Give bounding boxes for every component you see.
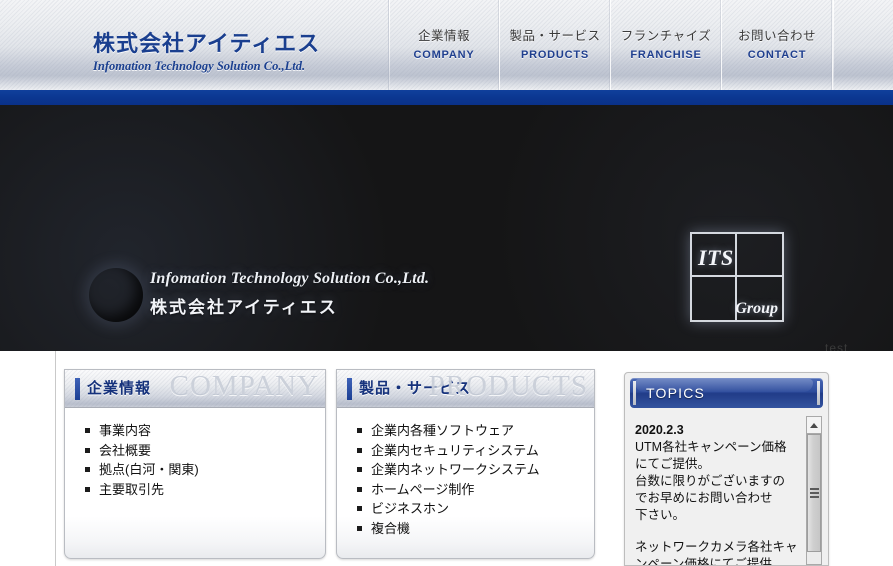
its-logo-cell-bottom-right: Group (735, 277, 782, 320)
hero-title-jp: 株式会社アイティエス (150, 298, 338, 317)
topics-scroll-area[interactable]: 2020.2.3 UTM各社キャンペーン価格 にてご提供。 台数に限りがございま… (631, 416, 806, 565)
scroll-up-button[interactable] (806, 416, 822, 433)
nav-item-contact[interactable]: お問い合わせ CONTACT (722, 0, 833, 90)
list-item[interactable]: 拠点(白河・関東) (85, 460, 325, 480)
site-header: 株式会社アイティエス Infomation Technology Solutio… (0, 0, 893, 90)
topics-header-edge-right (817, 381, 820, 405)
panel-company: 企業情報 COMPANY 事業内容 会社概要 拠点(白河・関東) 主要取引先 (64, 369, 326, 559)
nav-label-en: COMPANY (413, 48, 475, 61)
content-left-rule (55, 351, 56, 566)
topics-header: TOPICS (630, 378, 823, 408)
nav-item-products[interactable]: 製品・サービス PRODUCTS (500, 0, 611, 90)
nav-item-franchise[interactable]: フランチャイズ FRANCHISE (611, 0, 722, 90)
topics-entry-body: UTM各社キャンペーン価格 にてご提供。 台数に限りがございますの でお早めにお… (635, 440, 787, 522)
list-item[interactable]: 事業内容 (85, 421, 325, 441)
panel-company-title: 企業情報 (87, 381, 152, 397)
panel-company-header: 企業情報 COMPANY (65, 370, 325, 408)
nav-label-jp: フランチャイズ (620, 28, 712, 43)
page-root: 株式会社アイティエス Infomation Technology Solutio… (0, 0, 893, 566)
list-item[interactable]: 会社概要 (85, 441, 325, 461)
nav-label-jp: 製品・サービス (509, 28, 601, 43)
list-item[interactable]: 企業内各種ソフトウェア (357, 421, 594, 441)
chevron-up-icon (810, 422, 818, 428)
list-item[interactable]: 複合機 (357, 519, 594, 539)
panel-company-watermark: COMPANY (169, 370, 319, 402)
nav-label-en: FRANCHISE (630, 48, 702, 61)
main-navigation: 企業情報 COMPANY 製品・サービス PRODUCTS フランチャイズ FR… (389, 0, 833, 90)
nav-label-jp: お問い合わせ (737, 28, 816, 43)
logo-title-jp: 株式会社アイティエス (93, 31, 321, 56)
its-group-logo: ITS Group (690, 232, 784, 322)
company-link-list: 事業内容 会社概要 拠点(白河・関東) 主要取引先 (65, 408, 325, 499)
products-link-list: 企業内各種ソフトウェア 企業内セキュリティシステム 企業内ネットワークシステム … (337, 408, 594, 538)
globe-icon (89, 268, 143, 322)
its-logo-text-group: Group (735, 300, 778, 317)
list-item[interactable]: ビジネスホン (357, 499, 594, 519)
list-item[interactable]: ホームページ制作 (357, 480, 594, 500)
topics-body: 2020.2.3 UTM各社キャンペーン価格 にてご提供。 台数に限りがございま… (631, 416, 822, 565)
nav-label-en: PRODUCTS (520, 48, 590, 61)
topics-header-edge-left (633, 381, 636, 405)
logo-title-en: Infomation Technology Solution Co.,Ltd. (93, 59, 306, 73)
site-logo[interactable]: 株式会社アイティエス Infomation Technology Solutio… (93, 31, 393, 74)
list-item[interactable]: 主要取引先 (85, 480, 325, 500)
topics-title: TOPICS (646, 385, 706, 401)
grip-icon (809, 486, 819, 500)
scrollbar-thumb[interactable] (807, 434, 821, 552)
scrollbar-track[interactable] (806, 433, 822, 565)
topics-scrollbar[interactable] (806, 416, 822, 565)
nav-item-company[interactable]: 企業情報 COMPANY (389, 0, 500, 90)
panel-accent-bar (75, 378, 80, 400)
its-logo-cell-top-left: ITS (692, 234, 737, 277)
header-divider-right (833, 0, 834, 90)
hero-heading: Infomation Technology Solution Co.,Ltd. … (150, 268, 429, 320)
panel-products: 製品・サービス PRODUCTS 企業内各種ソフトウェア 企業内セキュリティシス… (336, 369, 595, 559)
nav-label-en: CONTACT (747, 48, 807, 61)
topics-entry-body: ネットワークカメラ各社キャ ンペーン価格にてご提供。 台数に限りがございますの (635, 540, 798, 565)
its-logo-cell-bottom-left (692, 277, 737, 320)
its-logo-cell-top-right (737, 234, 782, 277)
topics-entry-date: 2020.2.3 (635, 423, 684, 437)
header-accent-bar (0, 90, 893, 105)
list-item[interactable]: 企業内ネットワークシステム (357, 460, 594, 480)
panel-topics: TOPICS 2020.2.3 UTM各社キャンペーン価格 にてご提供。 台数に… (624, 372, 829, 566)
panel-products-title: 製品・サービス (359, 381, 472, 397)
panel-accent-bar (347, 378, 352, 400)
its-logo-text-its: ITS (698, 245, 734, 270)
nav-label-jp: 企業情報 (417, 28, 470, 43)
panel-products-header: 製品・サービス PRODUCTS (337, 370, 594, 408)
list-item[interactable]: 企業内セキュリティシステム (357, 441, 594, 461)
hero-title-en: Infomation Technology Solution Co.,Ltd. (150, 270, 430, 287)
